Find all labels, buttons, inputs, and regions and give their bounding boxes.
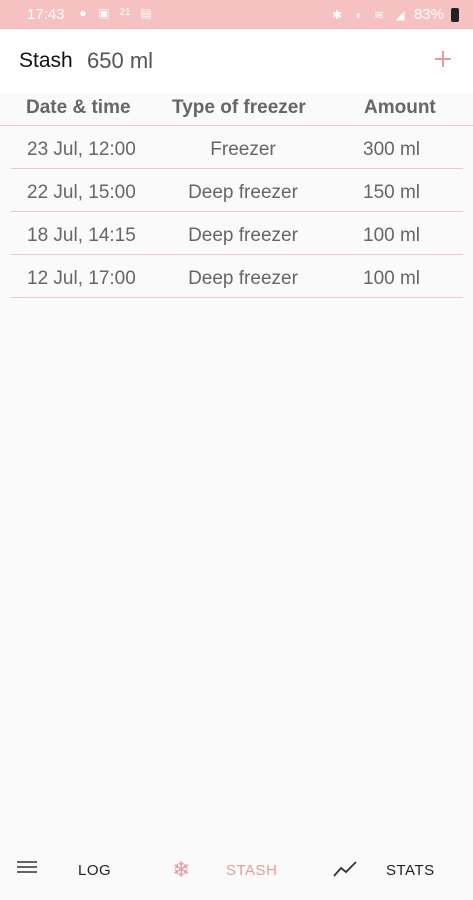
nav-stash-label: STASH xyxy=(226,862,278,879)
gallery-icon: ▣ xyxy=(98,6,110,20)
status-time: 17:43 xyxy=(27,6,65,23)
notification-count: 21 xyxy=(119,7,131,18)
table-row[interactable]: 22 Jul, 15:00 Deep freezer 150 ml xyxy=(11,169,463,212)
table-header: Date & time Type of freezer Amount xyxy=(0,93,473,126)
record-icon: ● xyxy=(79,6,87,20)
table-row[interactable]: 18 Jul, 14:15 Deep freezer 100 ml xyxy=(11,212,463,255)
wifi-icon: ≋ xyxy=(373,7,384,22)
row-date: 18 Jul, 14:15 xyxy=(27,225,136,246)
plus-icon xyxy=(435,51,451,67)
nav-stats[interactable]: STATS xyxy=(316,843,473,900)
bottom-navigation: LOG ❄ STASH STATS xyxy=(0,843,473,900)
battery-icon xyxy=(451,7,459,22)
nav-stash[interactable]: ❄ STASH xyxy=(158,843,316,900)
mute-icon: ◖ xyxy=(354,7,362,22)
nav-stats-label: STATS xyxy=(386,862,435,879)
snowflake-icon: ❄ xyxy=(172,857,191,882)
table-row[interactable]: 12 Jul, 17:00 Deep freezer 100 ml xyxy=(11,255,463,298)
signal-icon: ◢ xyxy=(395,7,405,22)
list-icon xyxy=(17,860,39,880)
nav-log[interactable]: LOG xyxy=(0,843,158,900)
add-button[interactable] xyxy=(427,43,459,75)
row-date: 12 Jul, 17:00 xyxy=(27,268,136,289)
app-bar: Stash 650 ml xyxy=(0,29,473,93)
row-date: 22 Jul, 15:00 xyxy=(27,182,136,203)
row-amount: 100 ml xyxy=(363,225,421,246)
page-title: Stash xyxy=(19,49,73,72)
column-header-date: Date & time xyxy=(26,97,131,118)
column-header-amount: Amount xyxy=(364,97,436,118)
status-bar: 17:43 ● ▣ 21 ▤ ✱ ◖ ≋ ◢ 83% xyxy=(0,0,473,29)
row-freezer-type: Deep freezer xyxy=(188,268,298,289)
table-row[interactable]: 23 Jul, 12:00 Freezer 300 ml xyxy=(11,126,463,169)
row-date: 23 Jul, 12:00 xyxy=(27,139,136,160)
row-amount: 300 ml xyxy=(363,139,421,160)
trend-line-icon xyxy=(333,860,357,882)
stash-list: 23 Jul, 12:00 Freezer 300 ml 22 Jul, 15:… xyxy=(11,126,463,298)
row-freezer-type: Deep freezer xyxy=(188,225,298,246)
row-amount: 100 ml xyxy=(363,268,421,289)
row-amount: 150 ml xyxy=(363,182,421,203)
battery-percent: 83% xyxy=(413,6,444,23)
stash-total: 650 ml xyxy=(87,48,154,73)
status-right-icons: ✱ ◖ ≋ ◢ 83% xyxy=(330,6,459,23)
row-freezer-type: Freezer xyxy=(210,139,276,160)
sim-icon: ▤ xyxy=(140,6,152,20)
nav-log-label: LOG xyxy=(78,862,112,879)
row-freezer-type: Deep freezer xyxy=(188,182,298,203)
status-left-icons: ● ▣ 21 ▤ xyxy=(76,6,153,20)
bluetooth-icon: ✱ xyxy=(331,7,342,22)
column-header-type: Type of freezer xyxy=(172,97,306,118)
